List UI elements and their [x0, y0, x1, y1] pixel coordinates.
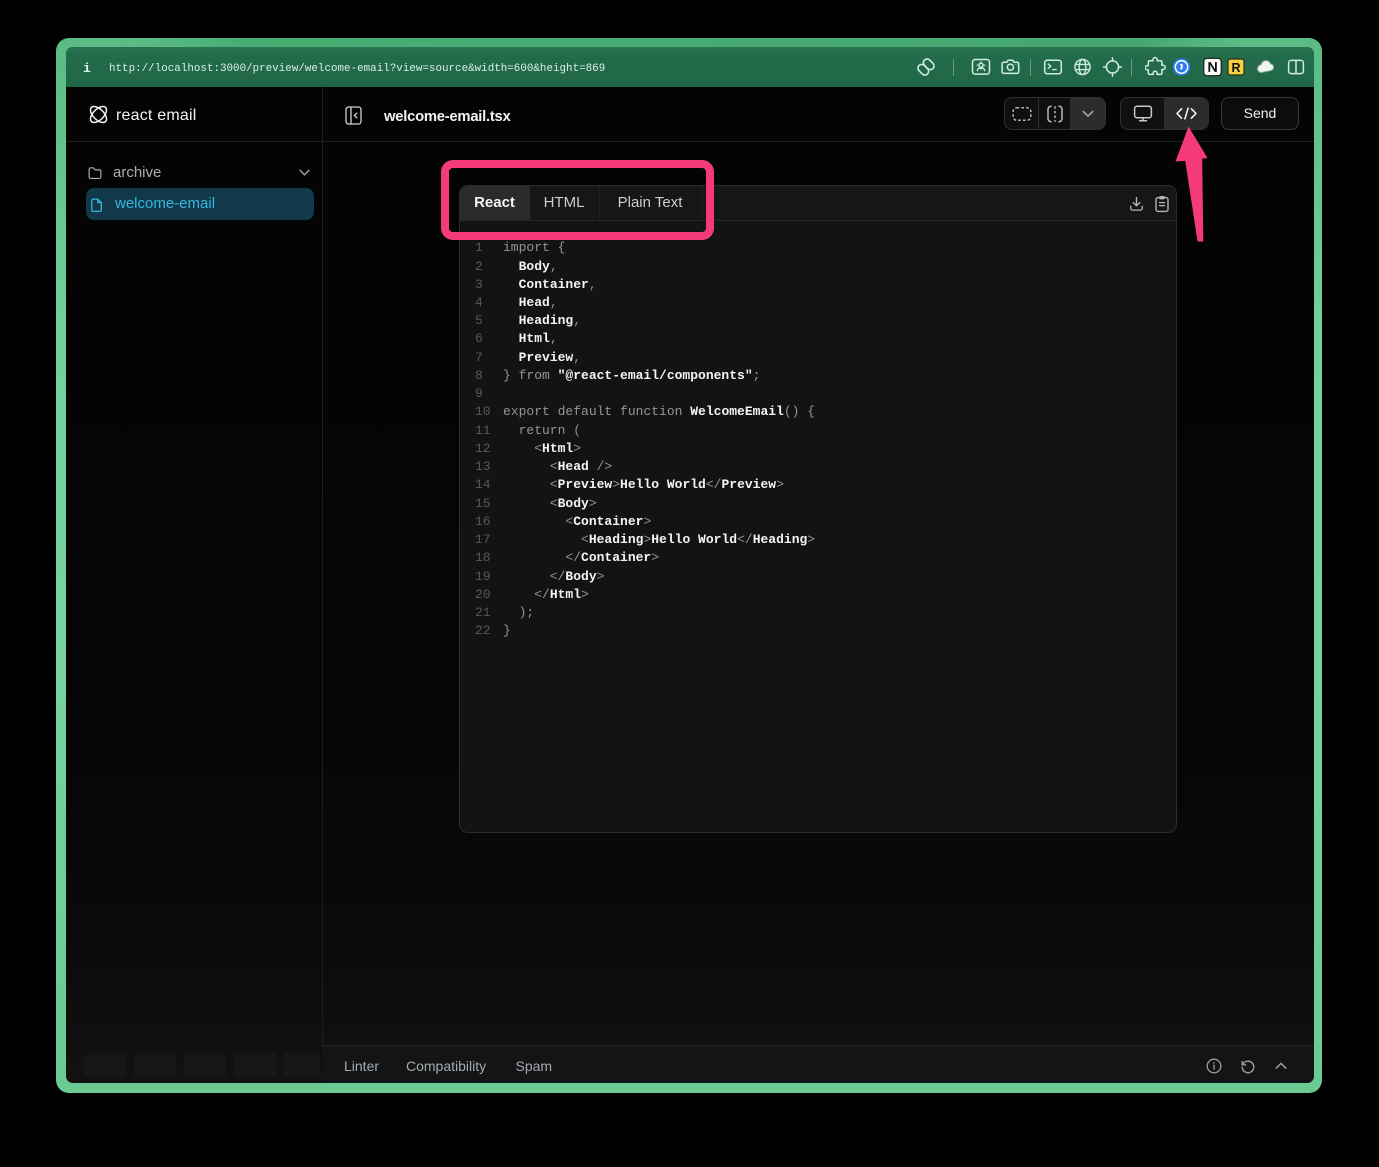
svg-text:R: R [1231, 61, 1240, 75]
